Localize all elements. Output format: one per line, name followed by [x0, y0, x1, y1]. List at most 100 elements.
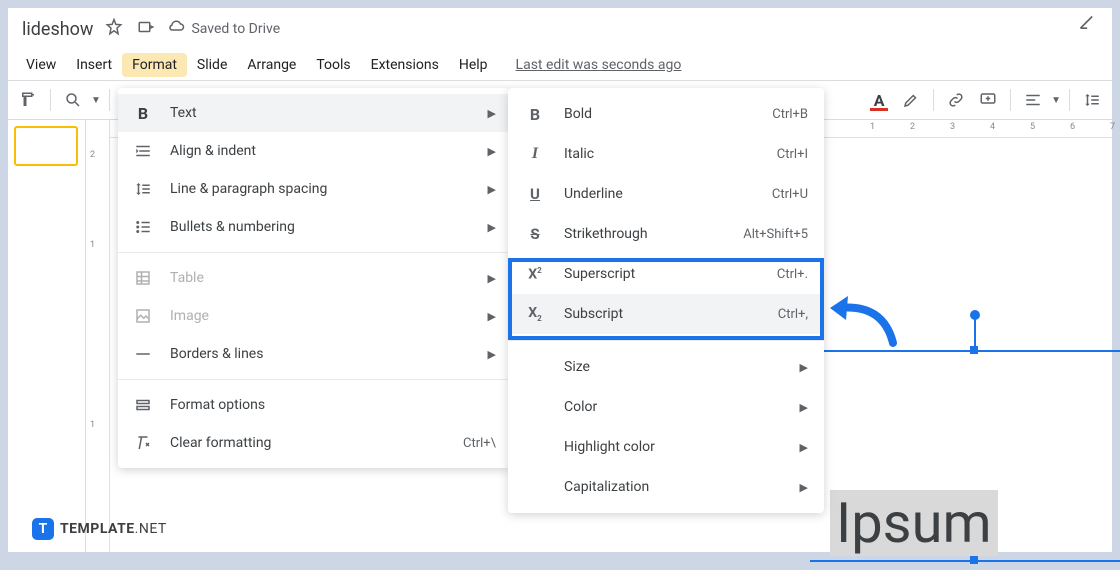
- separator: [109, 89, 110, 111]
- chevron-icon[interactable]: [1078, 14, 1098, 38]
- text-subscript-item[interactable]: X2 Subscript Ctrl+,: [508, 294, 824, 334]
- clear-format-icon: [132, 432, 154, 454]
- move-icon[interactable]: [137, 18, 155, 40]
- selected-text[interactable]: Ipsum: [830, 490, 998, 556]
- format-spacing-item[interactable]: Line & paragraph spacing ▶: [118, 170, 510, 208]
- menu-label: Clear formatting: [170, 435, 271, 451]
- blank-icon: [524, 356, 546, 378]
- line-spacing-icon[interactable]: [1078, 86, 1106, 114]
- zoom-chevron-icon[interactable]: ▼: [91, 95, 101, 106]
- align-icon[interactable]: [1019, 86, 1047, 114]
- format-dropdown: B Text ▶ Align & indent ▶ Line & paragra…: [118, 88, 510, 468]
- format-table-item: Table ▶: [118, 259, 510, 297]
- chevron-right-icon: ▶: [800, 361, 808, 374]
- ruler-tick: 3: [950, 122, 955, 132]
- chevron-right-icon: ▶: [488, 107, 496, 120]
- menu-label: Size: [564, 359, 590, 375]
- menu-label: Borders & lines: [170, 346, 263, 362]
- shortcut-label: Ctrl+I: [777, 147, 808, 162]
- format-align-item[interactable]: Align & indent ▶: [118, 132, 510, 170]
- rotate-line: [974, 316, 976, 350]
- underline-icon: U: [524, 183, 546, 205]
- resize-handle[interactable]: [970, 346, 978, 354]
- last-edit-link[interactable]: Last edit was seconds ago: [516, 57, 682, 73]
- menu-label: Highlight color: [564, 439, 655, 455]
- comment-icon[interactable]: [974, 86, 1002, 114]
- menu-divider: [118, 379, 510, 380]
- menu-extensions[interactable]: Extensions: [361, 53, 449, 77]
- text-color-icon[interactable]: A: [865, 86, 893, 114]
- document-title[interactable]: lideshow: [22, 19, 93, 40]
- shortcut-label: Ctrl+B: [772, 107, 808, 122]
- blank-icon: [524, 436, 546, 458]
- menu-tools[interactable]: Tools: [306, 53, 360, 77]
- text-strike-item[interactable]: S Strikethrough Alt+Shift+5: [508, 214, 824, 254]
- ruler-tick: 4: [990, 122, 995, 132]
- separator: [1069, 89, 1070, 111]
- text-underline-item[interactable]: U Underline Ctrl+U: [508, 174, 824, 214]
- menu-slide[interactable]: Slide: [187, 53, 237, 77]
- text-highlight-item[interactable]: Highlight color ▶: [508, 427, 824, 467]
- zoom-icon[interactable]: [59, 86, 87, 114]
- shortcut-label: Ctrl+,: [778, 307, 808, 322]
- star-icon[interactable]: [105, 18, 123, 40]
- text-italic-item[interactable]: I Italic Ctrl+I: [508, 134, 824, 174]
- text-superscript-item[interactable]: X2 Superscript Ctrl+.: [508, 254, 824, 294]
- text-color-item[interactable]: Color ▶: [508, 387, 824, 427]
- menu-label: Underline: [564, 186, 623, 202]
- vertical-ruler: 2 1 1: [86, 120, 110, 552]
- template-logo-icon: T: [32, 518, 54, 540]
- strikethrough-icon: S: [524, 223, 546, 245]
- format-borders-item[interactable]: Borders & lines ▶: [118, 335, 510, 373]
- menu-label: Bold: [564, 106, 592, 122]
- menu-label: Line & paragraph spacing: [170, 181, 327, 197]
- slide-thumbnail-1[interactable]: [14, 126, 78, 166]
- menu-view[interactable]: View: [16, 53, 66, 77]
- slide-thumbnails[interactable]: [8, 120, 86, 552]
- ruler-tick: 7: [1110, 122, 1115, 132]
- ruler-tick: 1: [870, 122, 875, 132]
- format-clear-item[interactable]: Clear formatting Ctrl+\: [118, 424, 510, 462]
- menu-format[interactable]: Format: [122, 53, 187, 77]
- menu-insert[interactable]: Insert: [66, 53, 122, 77]
- format-bullets-item[interactable]: Bullets & numbering ▶: [118, 208, 510, 246]
- chevron-right-icon: ▶: [488, 221, 496, 234]
- shortcut-label: Ctrl+\: [463, 436, 496, 451]
- menu-divider: [508, 340, 824, 341]
- menu-label: Table: [170, 270, 204, 286]
- ruler-tick: 2: [910, 122, 915, 132]
- ruler-tick: 5: [1030, 122, 1035, 132]
- spacing-icon: [132, 178, 154, 200]
- menu-label: Image: [170, 308, 209, 324]
- format-text-item[interactable]: B Text ▶: [118, 94, 510, 132]
- annotation-arrow: [828, 288, 898, 358]
- menu-label: Superscript: [564, 266, 635, 282]
- ruler-tick: 1: [90, 420, 95, 430]
- menu-label: Text: [170, 105, 197, 121]
- text-cap-item[interactable]: Capitalization ▶: [508, 467, 824, 507]
- link-icon[interactable]: [942, 86, 970, 114]
- menu-label: Format options: [170, 397, 265, 413]
- format-options-item[interactable]: Format options: [118, 386, 510, 424]
- menu-label: Subscript: [564, 306, 623, 322]
- menu-label: Italic: [564, 146, 594, 162]
- menu-label: Color: [564, 399, 597, 415]
- chevron-right-icon: ▶: [488, 310, 496, 323]
- text-size-item[interactable]: Size ▶: [508, 347, 824, 387]
- menu-help[interactable]: Help: [449, 53, 498, 77]
- saved-label: Saved to Drive: [191, 21, 280, 37]
- text-bold-item[interactable]: B Bold Ctrl+B: [508, 94, 824, 134]
- format-image-item: Image ▶: [118, 297, 510, 335]
- align-chevron-icon[interactable]: ▼: [1051, 95, 1061, 106]
- menu-arrange[interactable]: Arrange: [237, 53, 306, 77]
- shortcut-label: Ctrl+.: [777, 267, 808, 282]
- highlight-icon[interactable]: [897, 86, 925, 114]
- chevron-right-icon: ▶: [488, 183, 496, 196]
- separator: [1010, 89, 1011, 111]
- superscript-icon: X2: [524, 263, 546, 285]
- text-box-selection[interactable]: Ipsum: [830, 350, 1120, 570]
- separator: [933, 89, 934, 111]
- paint-format-icon[interactable]: [14, 86, 42, 114]
- resize-handle[interactable]: [970, 556, 978, 564]
- borders-icon: [132, 343, 154, 365]
